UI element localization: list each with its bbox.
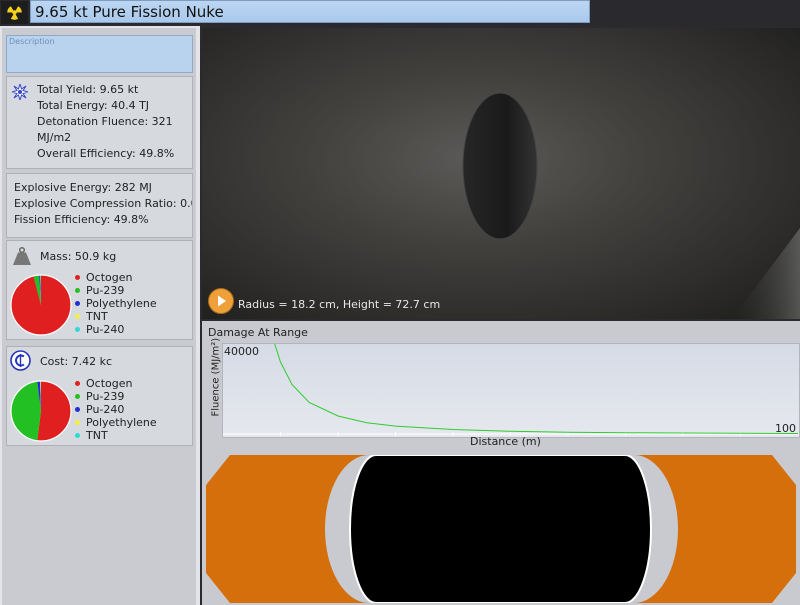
- design-title[interactable]: 9.65 kt Pure Fission Nuke: [30, 0, 590, 23]
- legend-dot: [75, 433, 80, 438]
- legend-label: Polyethylene: [86, 416, 157, 429]
- damage-graph[interactable]: [222, 343, 800, 438]
- mass-panel: Mass: 50.9 kg Octogen Pu-239 Polyethylen…: [6, 240, 193, 340]
- legend-label: Polyethylene: [86, 297, 157, 310]
- legend-item: TNT: [75, 429, 157, 442]
- legend-label: Pu-239: [86, 390, 125, 403]
- cross-section-view: [204, 455, 798, 603]
- legend-item: Pu-240: [75, 403, 157, 416]
- legend-item: Pu-239: [75, 390, 157, 403]
- dimensions-caption: Radius = 18.2 cm, Height = 72.7 cm: [238, 298, 441, 311]
- pie-slice-pu-239: [10, 381, 41, 441]
- yield-panel: Total Yield: 9.65 kt Total Energy: 40.4 …: [6, 76, 193, 169]
- cost-legend: Octogen Pu-239 Pu-240 Polyethylene TNT: [75, 377, 157, 442]
- legend-item: TNT: [75, 310, 157, 323]
- legend-label: Octogen: [86, 377, 133, 390]
- compression-ratio: Explosive Compression Ratio: 0.060: [14, 197, 193, 210]
- legend-dot: [75, 407, 80, 412]
- fission-efficiency: Fission Efficiency: 49.8%: [14, 213, 149, 226]
- fluence-line: [274, 344, 799, 434]
- weight-icon: [13, 246, 31, 265]
- explosive-panel: Explosive Energy: 282 MJ Explosive Compr…: [6, 173, 193, 238]
- legend-label: Pu-240: [86, 403, 125, 416]
- total-yield: Total Yield: 9.65 kt: [37, 83, 139, 96]
- explosive-left: [206, 455, 369, 603]
- legend-label: Pu-239: [86, 284, 125, 297]
- mass-pie-chart: [10, 274, 72, 336]
- explosive-right: [634, 455, 796, 603]
- legend-dot: [75, 327, 80, 332]
- legend-dot: [75, 301, 80, 306]
- legend-dot: [75, 314, 80, 319]
- detonation-fluence-unit: MJ/m2: [37, 131, 72, 144]
- y-axis-max: 40000: [224, 345, 259, 358]
- legend-label: Octogen: [86, 271, 133, 284]
- legend-dot: [75, 394, 80, 399]
- legend-label: TNT: [86, 310, 108, 323]
- cost-pie-chart: [10, 380, 72, 442]
- description-field[interactable]: Description: [6, 35, 193, 73]
- radiation-icon: [1, 1, 28, 24]
- play-icon: [218, 295, 226, 307]
- description-placeholder: Description: [9, 37, 55, 46]
- cost-value: Cost: 7.42 kc: [40, 355, 113, 368]
- cost-icon: [10, 350, 31, 371]
- stats-sidebar: Description Total Yield: 9.65 kt Total E…: [0, 26, 200, 605]
- legend-item: Polyethylene: [75, 297, 157, 310]
- damage-title: Damage At Range: [208, 326, 308, 339]
- core-section: [349, 455, 652, 603]
- play-button[interactable]: [208, 288, 234, 314]
- legend-item: Pu-240: [75, 323, 157, 336]
- legend-label: TNT: [86, 429, 108, 442]
- legend-item: Octogen: [75, 377, 157, 390]
- cost-panel: Cost: 7.42 kc Octogen Pu-239 Pu-240 Poly…: [6, 346, 193, 446]
- explosive-energy: Explosive Energy: 282 MJ: [14, 181, 152, 194]
- legend-dot: [75, 381, 80, 386]
- mass-legend: Octogen Pu-239 Polyethylene TNT Pu-240: [75, 271, 157, 336]
- y-axis-label: Fluence (MJ/m²): [210, 337, 222, 417]
- detonation-fluence: Detonation Fluence: 321: [37, 115, 173, 128]
- cylinder-model: [462, 92, 800, 319]
- stats-sidebar-inner: Description Total Yield: 9.65 kt Total E…: [2, 28, 196, 605]
- pie-slice-octogen: [37, 381, 71, 441]
- title-bar: 9.65 kt Pure Fission Nuke: [0, 0, 800, 26]
- legend-dot: [75, 420, 80, 425]
- legend-dot: [75, 288, 80, 293]
- legend-item: Pu-239: [75, 284, 157, 297]
- legend-item: Octogen: [75, 271, 157, 284]
- legend-item: Polyethylene: [75, 416, 157, 429]
- legend-dot: [75, 275, 80, 280]
- overall-efficiency: Overall Efficiency: 49.8%: [37, 147, 175, 160]
- mass-value: Mass: 50.9 kg: [40, 250, 117, 263]
- damage-graph-plot: [223, 344, 799, 436]
- explosion-icon: [12, 84, 28, 100]
- x-axis-label: Distance (m): [470, 435, 541, 448]
- bomb-3d-viewport[interactable]: Radius = 18.2 cm, Height = 72.7 cm: [202, 28, 800, 319]
- damage-panel: Damage At Range 40000 Fluence (MJ/m²) Di…: [202, 321, 800, 605]
- x-axis-max: 100: [775, 422, 796, 435]
- total-energy: Total Energy: 40.4 TJ: [37, 99, 150, 112]
- legend-label: Pu-240: [86, 323, 125, 336]
